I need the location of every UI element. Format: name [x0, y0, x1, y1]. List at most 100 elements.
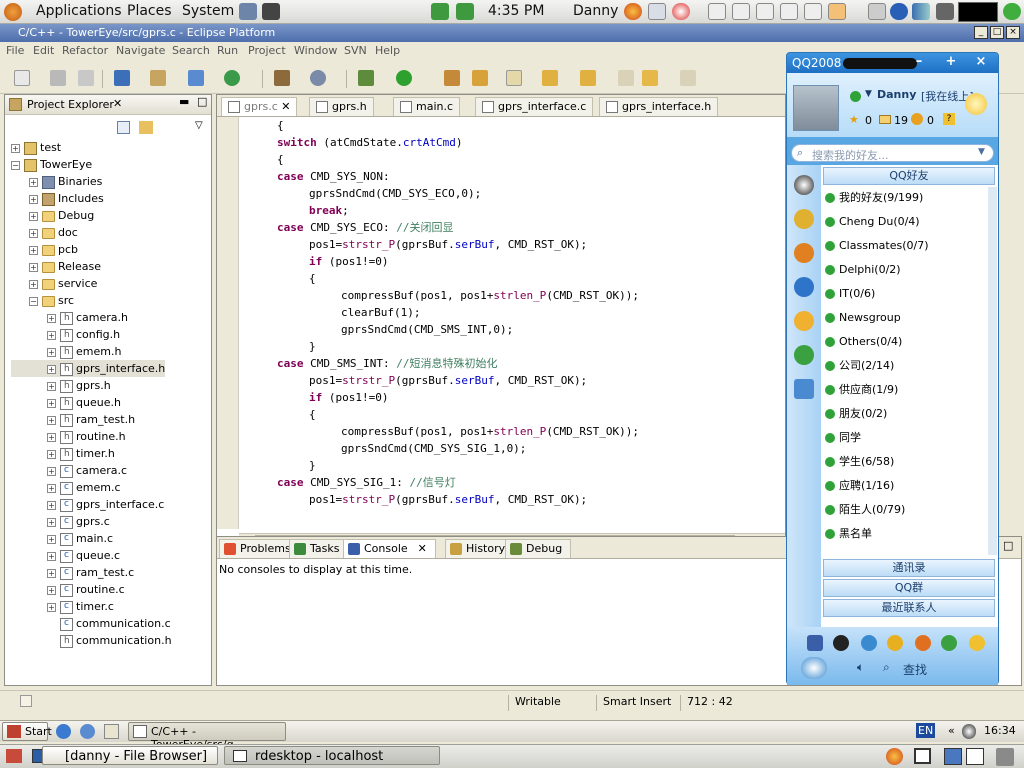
qq-title-bar[interactable]: QQ2008 – + ×: [787, 53, 998, 73]
expand-toggle-icon[interactable]: +: [29, 211, 38, 221]
tree-item[interactable]: + service: [11, 275, 209, 292]
qq-tray-icon[interactable]: [962, 724, 976, 739]
workspace-1[interactable]: [944, 748, 962, 765]
trash-icon[interactable]: [996, 748, 1014, 766]
menu-navigate[interactable]: Navigate: [116, 44, 165, 57]
network-icon[interactable]: [239, 3, 257, 20]
expand-toggle-icon[interactable]: +: [47, 432, 56, 442]
next-annotation-icon[interactable]: [542, 70, 558, 86]
menu-svn[interactable]: SVN: [344, 44, 367, 57]
recent-contacts-tab[interactable]: 最近联系人: [823, 599, 995, 617]
collapse-all-icon[interactable]: [117, 121, 130, 134]
penguin-icon[interactable]: [794, 175, 814, 195]
language-indicator[interactable]: EN: [916, 723, 936, 738]
find-button[interactable]: 查找: [903, 661, 927, 678]
rdesktop-task[interactable]: rdesktop - localhost: [224, 746, 440, 765]
external-tools-icon[interactable]: [444, 70, 460, 86]
expand-toggle-icon[interactable]: +: [47, 534, 56, 544]
qq-group-tab[interactable]: QQ群: [823, 579, 995, 597]
friend-group[interactable]: 学生(6/58): [825, 451, 894, 473]
expand-toggle-icon[interactable]: +: [47, 585, 56, 595]
friend-group[interactable]: Others(0/4): [825, 331, 902, 353]
menu-project[interactable]: Project: [248, 44, 286, 57]
tree-item[interactable]: + gprs.h: [11, 377, 209, 395]
tab-console[interactable]: Console ✕: [343, 539, 436, 558]
view-menu-icon[interactable]: ▽: [195, 120, 203, 131]
minimize-view-icon[interactable]: ▬: [179, 95, 189, 108]
search-icon[interactable]: [472, 70, 488, 86]
tree-item[interactable]: communication.c: [11, 615, 209, 632]
tree-item[interactable]: + config.h: [11, 326, 209, 344]
refresh-icon[interactable]: [224, 70, 240, 86]
tree-item[interactable]: + camera.h: [11, 309, 209, 327]
back-arrow-icon[interactable]: [642, 70, 658, 86]
minimize-button[interactable]: _: [974, 26, 988, 39]
menu-edit[interactable]: Edit: [33, 44, 54, 57]
tab-problems[interactable]: Problems: [219, 539, 300, 558]
expand-toggle-icon[interactable]: +: [47, 449, 56, 459]
qq-menu-icon[interactable]: [801, 657, 827, 679]
link-editor-icon[interactable]: [139, 121, 153, 134]
panel-clock[interactable]: 4:35 PM: [488, 3, 544, 19]
tree-item[interactable]: + queue.c: [11, 547, 209, 564]
qq-close-button[interactable]: ×: [969, 54, 993, 70]
friend-group[interactable]: 朋友(0/2): [825, 403, 887, 425]
sound-icon[interactable]: 🔈︎: [857, 660, 864, 675]
signal-icon[interactable]: [912, 3, 930, 20]
window-task-icon[interactable]: [914, 748, 931, 764]
t-icon[interactable]: [794, 379, 814, 399]
tab-tasks[interactable]: Tasks: [289, 539, 349, 558]
new-icon[interactable]: [14, 70, 30, 86]
qzone-icon[interactable]: [911, 113, 923, 125]
close-button[interactable]: ×: [1006, 26, 1020, 39]
tree-item[interactable]: + timer.h: [11, 445, 209, 463]
tree-item[interactable]: − src: [11, 292, 209, 309]
friend-group[interactable]: Cheng Du(0/4): [825, 211, 920, 233]
help-icon[interactable]: [672, 3, 690, 20]
desktop-icon[interactable]: [80, 724, 95, 739]
close-tab-icon[interactable]: ✕: [278, 100, 290, 113]
contacts-tab[interactable]: 通讯录: [823, 559, 995, 577]
menu-refactor[interactable]: Refactor: [62, 44, 108, 57]
friend-group[interactable]: IT(0/6): [825, 283, 875, 305]
taskbar-eclipse-task[interactable]: C/C++ - TowerEye/src/g...: [128, 722, 286, 751]
list-scrollbar[interactable]: [988, 187, 997, 555]
friend-group[interactable]: Delphi(0/2): [825, 259, 901, 281]
expand-toggle-icon[interactable]: +: [29, 228, 38, 238]
online-status-icon[interactable]: [850, 91, 861, 102]
hammer-icon[interactable]: [794, 209, 814, 229]
expand-toggle-icon[interactable]: +: [29, 245, 38, 255]
panel-user[interactable]: Danny: [573, 3, 618, 19]
keyboard-icon[interactable]: [868, 3, 886, 20]
expand-toggle-icon[interactable]: +: [47, 466, 56, 476]
expand-toggle-icon[interactable]: +: [47, 364, 56, 374]
mail-icon[interactable]: [648, 3, 666, 20]
tab-debug[interactable]: Debug: [505, 539, 572, 558]
editor-tab[interactable]: gprs_interface.c: [475, 97, 594, 116]
notepad-icon[interactable]: [104, 724, 119, 739]
tree-item[interactable]: + Includes: [11, 190, 209, 207]
bluetooth-icon[interactable]: [890, 3, 908, 20]
weather-sun-icon[interactable]: [965, 93, 987, 115]
maximize-view-icon[interactable]: □: [1003, 539, 1013, 552]
forward-arrow-icon[interactable]: [680, 70, 696, 86]
friend-group[interactable]: 同学: [825, 427, 861, 449]
tree-item[interactable]: + gprs_interface.c: [11, 496, 209, 513]
tree-item[interactable]: + Release: [11, 258, 209, 275]
window-icon-5[interactable]: [804, 3, 822, 20]
battery-icon-2[interactable]: [456, 3, 474, 20]
editor-tab[interactable]: gprs.h: [309, 97, 374, 116]
window-title-bar[interactable]: C/C++ - TowerEye/src/gprs.c - Eclipse Pl…: [0, 24, 1024, 42]
tree-item[interactable]: + emem.c: [11, 479, 209, 496]
run-icon[interactable]: [396, 70, 412, 86]
window-icon-2[interactable]: [732, 3, 750, 20]
save-icon[interactable]: [50, 70, 66, 86]
tray-arrows-icon[interactable]: «: [948, 724, 955, 737]
window-icon-3[interactable]: [756, 3, 774, 20]
expand-toggle-icon[interactable]: +: [29, 262, 38, 272]
system-monitor-graph[interactable]: [958, 2, 998, 22]
expand-toggle-icon[interactable]: +: [47, 347, 56, 357]
expand-toggle-icon[interactable]: +: [47, 517, 56, 527]
qq-app-icon-6[interactable]: [941, 635, 957, 651]
friend-group[interactable]: 公司(2/14): [825, 355, 894, 377]
